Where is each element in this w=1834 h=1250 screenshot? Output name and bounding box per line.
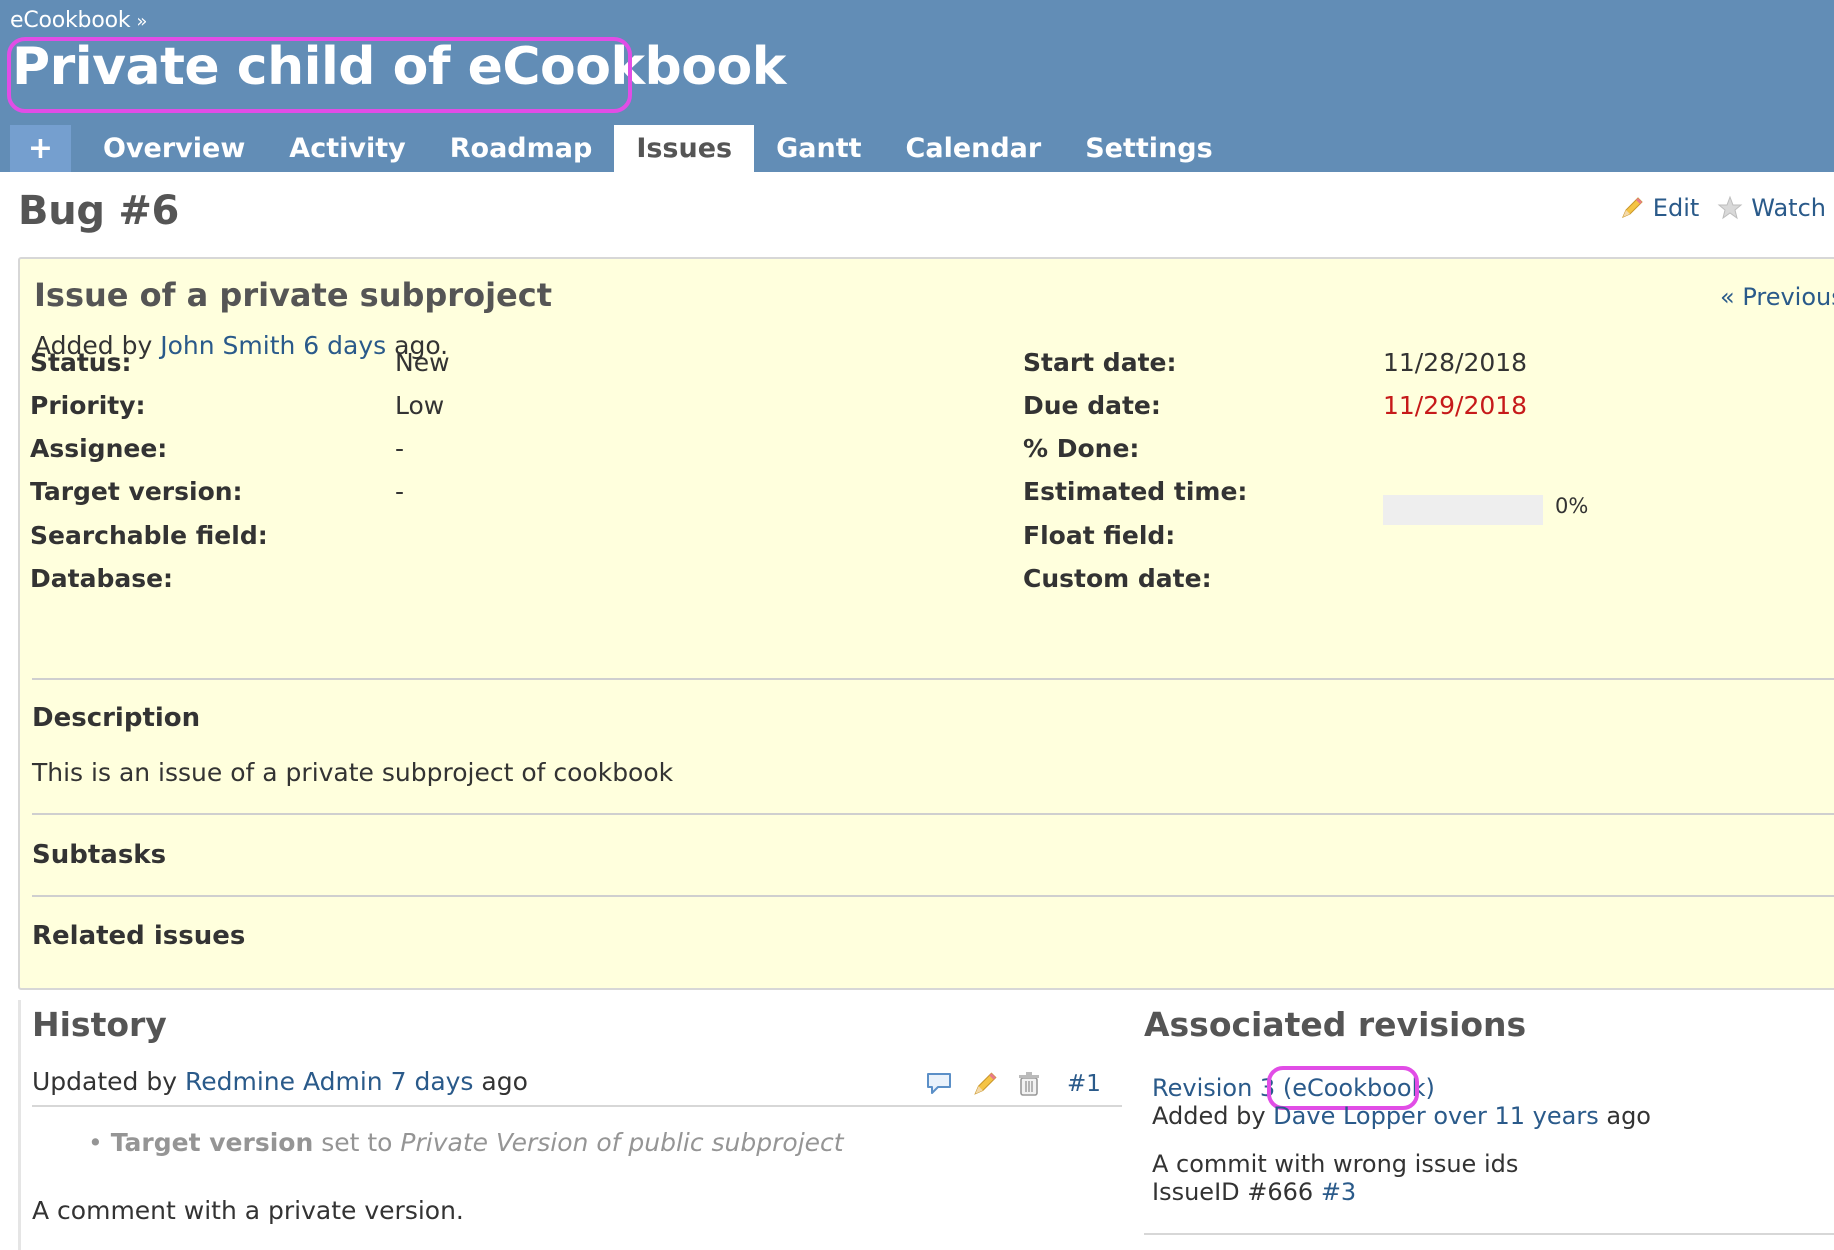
star-icon [1717,195,1743,220]
divider [32,678,1834,680]
start-date-label: Start date: [1023,348,1177,377]
done-ratio-value: 0% [1555,494,1589,518]
divider [32,895,1834,897]
pencil-icon [974,1072,997,1095]
author-link[interactable]: John Smith [160,331,295,360]
bullet: • [88,1128,111,1157]
tab-issues[interactable]: Issues [614,125,755,172]
status-value: New [395,348,450,377]
priority-value: Low [395,391,445,420]
revision-link[interactable]: Revision 3 [1152,1074,1275,1102]
description-text: This is an issue of a private subproject… [32,758,674,787]
issue-ref-link[interactable]: #3 [1321,1178,1356,1206]
journal-actions: #1 [925,1067,1101,1101]
tab-roadmap[interactable]: Roadmap [428,125,615,172]
start-date-value: 11/28/2018 [1383,348,1528,377]
title-highlight-annotation [7,37,632,113]
new-object-button[interactable]: + [10,125,71,172]
target-version-value: - [395,477,405,506]
top-header: eCookbook» Private child of eCookbook + … [0,0,1834,172]
done-progress-bar [1383,495,1543,525]
tab-gantt[interactable]: Gantt [754,125,883,172]
due-date-label: Due date: [1023,391,1161,420]
issue-subject: Issue of a private subproject [34,276,552,314]
journal-prefix: Updated by [32,1067,178,1096]
revision-message-line: A commit with wrong issue ids [1152,1150,1519,1178]
breadcrumb: eCookbook» [10,8,147,33]
journal-detail-field: Target version [110,1128,314,1157]
revision-message-line: IssueID #666 #3 [1152,1178,1518,1206]
main-menu: + Overview Activity Roadmap Issues Gantt… [10,125,1235,172]
history-left-border [18,1000,21,1250]
breadcrumb-separator: » [136,11,148,32]
journal-detail-middle: set to [321,1128,393,1157]
tab-activity[interactable]: Activity [267,125,427,172]
searchable-field-label: Searchable field: [30,521,268,550]
history-title: History [32,1005,167,1044]
done-ratio-label: % Done: [1023,434,1140,463]
pencil-icon [1621,197,1643,218]
comment-icon [927,1073,951,1094]
custom-date-label: Custom date: [1023,564,1212,593]
watch-label: Watch [1751,194,1826,222]
quote-button[interactable] [925,1071,953,1097]
issue-details-box: Issue of a private subproject « Previous… [18,257,1834,990]
edit-journal-button[interactable] [971,1070,999,1098]
revision-author-link[interactable]: Dave Lopper [1273,1102,1426,1130]
journal-age-link[interactable]: 7 days [391,1067,474,1096]
tab-settings[interactable]: Settings [1063,125,1234,172]
journal-comment: A comment with a private version. [32,1196,464,1225]
revision-added-prefix: Added by [1152,1102,1266,1130]
journal-number-link[interactable]: #1 [1067,1071,1101,1097]
assignee-value: - [395,434,405,463]
breadcrumb-link-ecookbook[interactable]: eCookbook [10,8,131,33]
issue-heading: Bug #6 [18,188,180,234]
target-version-label: Target version: [30,477,243,506]
issue-age-link[interactable]: 6 days [303,331,386,360]
journal-detail-value: Private Version of public subproject [400,1128,844,1157]
revision-age-link[interactable]: over 11 years [1433,1102,1598,1130]
divider [32,813,1834,815]
journal-user-link[interactable]: Redmine Admin [185,1067,383,1096]
assignee-label: Assignee: [30,434,168,463]
journal-suffix: ago [481,1067,528,1096]
due-date-value: 11/29/2018 [1383,391,1528,420]
related-issues-title: Related issues [32,921,246,951]
description-title: Description [32,703,201,733]
priority-label: Priority: [30,391,146,420]
tab-calendar[interactable]: Calendar [884,125,1064,172]
watch-button[interactable]: Watch [1717,194,1826,222]
revision-message-text: IssueID #666 [1152,1178,1314,1206]
journal-detail: • Target version set to Private Version … [88,1128,844,1157]
subtasks-title: Subtasks [32,840,167,870]
associated-revisions-title: Associated revisions [1144,1005,1527,1044]
float-field-label: Float field: [1023,521,1176,550]
status-label: Status: [30,348,132,377]
revision-author-line: Added by Dave Lopper over 11 years ago [1152,1102,1651,1130]
revision-message: A commit with wrong issue ids IssueID #6… [1152,1150,1518,1206]
delete-journal-button[interactable] [1017,1071,1041,1097]
edit-button[interactable]: Edit [1619,194,1699,222]
trash-icon [1019,1072,1039,1096]
revision-age-suffix: ago [1606,1102,1651,1130]
divider [1144,1233,1834,1235]
edit-label: Edit [1652,194,1700,222]
contextual-actions: Edit Watch [1601,194,1826,222]
estimated-time-label: Estimated time: [1023,477,1248,506]
tab-overview[interactable]: Overview [81,125,267,172]
previous-issue-link[interactable]: « Previous [1720,283,1834,311]
database-label: Database: [30,564,174,593]
